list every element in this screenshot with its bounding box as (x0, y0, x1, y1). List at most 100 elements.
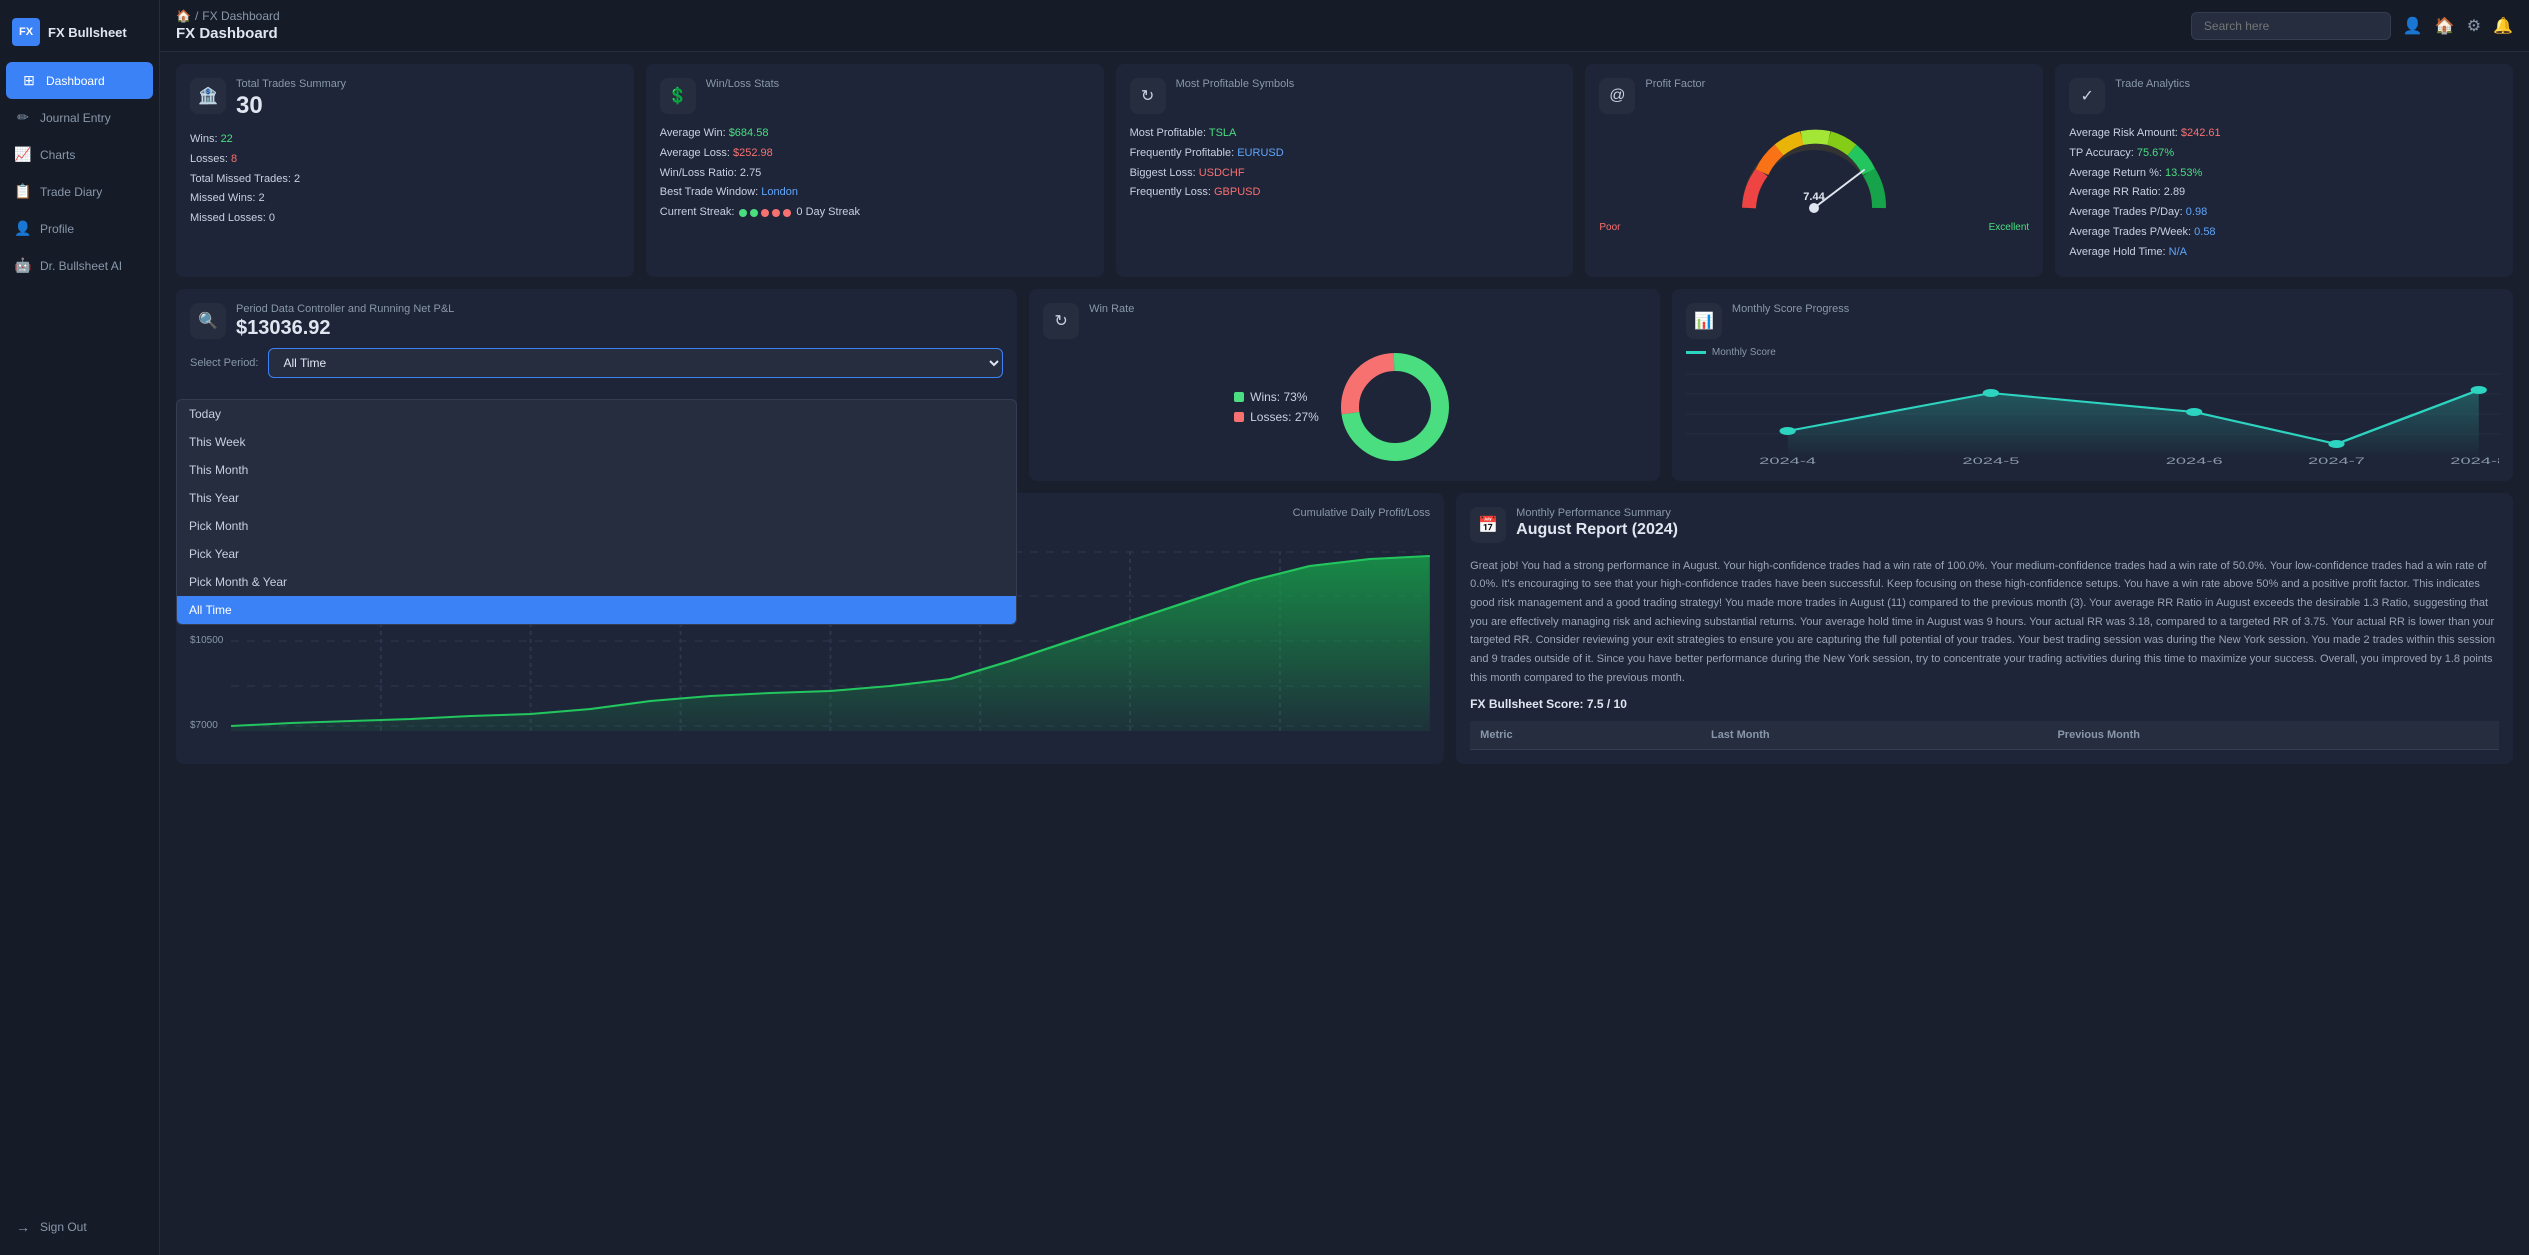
breadcrumb-area: 🏠 / FX Dashboard FX Dashboard (176, 9, 280, 42)
option-this-week[interactable]: This Week (177, 428, 1016, 456)
perf-subtitle: Monthly Performance Summary (1516, 507, 1678, 519)
gauge-labels: Poor Excellent (1599, 222, 2029, 233)
signout-icon: → (14, 1219, 32, 1235)
wins-legend: Wins: 73% (1234, 390, 1319, 404)
trade-analytics-card: ✓ Trade Analytics Average Risk Amount: $… (2055, 64, 2513, 277)
monthly-score-icon-box: 📊 (1686, 303, 1722, 339)
main-area: 🏠 / FX Dashboard FX Dashboard 👤 🏠 ⚙ 🔔 🏦 … (160, 0, 2529, 1255)
page-title: FX Dashboard (176, 25, 280, 42)
sidebar: FX FX Bullsheet ⊞ Dashboard ✏ Journal En… (0, 0, 160, 1255)
profitable-symbols-header: ↻ Most Profitable Symbols (1130, 78, 1560, 114)
score-line-chart: 2024-4 2024-5 2024-6 2024-7 2024-8 (1686, 364, 2499, 464)
svg-text:7.44: 7.44 (1804, 191, 1826, 203)
win-loss-card: 💲 Win/Loss Stats Average Win: $684.58 Av… (646, 64, 1104, 277)
total-trades-value: 30 (236, 92, 346, 120)
ai-icon: 🤖 (14, 257, 32, 274)
symbols-lines: Most Profitable: TSLA Frequently Profita… (1130, 124, 1560, 203)
sidebar-item-signout[interactable]: → Sign Out (0, 1209, 159, 1245)
monthly-score-card: 📊 Monthly Score Progress Monthly Score (1672, 289, 2513, 481)
fx-score: FX Bullsheet Score: 7.5 / 10 (1470, 697, 2499, 711)
period-icon-box: 🔍 (190, 303, 226, 339)
period-dropdown: Today This Week This Month This Year Pic… (176, 399, 1017, 625)
win-loss-header: 💲 Win/Loss Stats (660, 78, 1090, 114)
wins-line: Wins: 22 (190, 130, 620, 150)
sidebar-item-trade-diary[interactable]: 📋 Trade Diary (0, 173, 159, 210)
missed-losses-line: Missed Losses: 0 (190, 209, 620, 229)
trade-diary-icon: 📋 (14, 183, 32, 200)
sidebar-item-ai-label: Dr. Bullsheet AI (40, 259, 122, 273)
streak-dots (739, 209, 791, 217)
home-nav-icon[interactable]: 🏠 (2435, 16, 2455, 36)
breadcrumb-parent: FX Dashboard (202, 9, 279, 23)
missed-wins-line: Missed Wins: 2 (190, 189, 620, 209)
summary-cards-row: 🏦 Total Trades Summary 30 Wins: 22 Losse… (176, 64, 2513, 277)
option-this-year[interactable]: This Year (177, 484, 1016, 512)
total-trades-header: 🏦 Total Trades Summary 30 (190, 78, 620, 120)
gauge-svg: 7.44 (1734, 128, 1894, 218)
option-all-time[interactable]: All Time (177, 596, 1016, 624)
journal-icon: ✏ (14, 109, 32, 126)
losses-line: Losses: 8 (190, 150, 620, 170)
sidebar-item-journal-label: Journal Entry (40, 111, 111, 125)
sidebar-item-ai[interactable]: 🤖 Dr. Bullsheet AI (0, 247, 159, 284)
trade-summary-lines: Wins: 22 Losses: 8 Total Missed Trades: … (190, 130, 620, 229)
profit-factor-title: Profit Factor (1645, 78, 1705, 90)
sidebar-item-journal[interactable]: ✏ Journal Entry (0, 99, 159, 136)
col-prev-month: Previous Month (2047, 721, 2499, 750)
option-pick-month[interactable]: Pick Month (177, 512, 1016, 540)
sidebar-item-signout-label: Sign Out (40, 1220, 87, 1234)
option-pick-year[interactable]: Pick Year (177, 540, 1016, 568)
logo-text: FX Bullsheet (48, 25, 127, 40)
monthly-score-title: Monthly Score Progress (1732, 303, 1849, 315)
period-select[interactable]: All Time Today This Week This Month This… (268, 348, 1003, 378)
profit-factor-header: @ Profit Factor (1599, 78, 2029, 114)
symbols-icon-box: ↻ (1130, 78, 1166, 114)
svg-text:2024-6: 2024-6 (2166, 456, 2223, 463)
analytics-lines: Average Risk Amount: $242.61 TP Accuracy… (2069, 124, 2499, 263)
profit-factor-icon-box: @ (1599, 78, 1635, 114)
perf-title: August Report (2024) (1516, 521, 1678, 539)
total-trades-title: Total Trades Summary (236, 78, 346, 90)
user-circle-icon[interactable]: 👤 (2403, 16, 2423, 36)
monthly-performance-card: 📅 Monthly Performance Summary August Rep… (1456, 493, 2513, 765)
col-metric: Metric (1470, 721, 1701, 750)
home-icon: 🏠 (176, 9, 191, 23)
option-this-month[interactable]: This Month (177, 456, 1016, 484)
sidebar-item-dashboard[interactable]: ⊞ Dashboard (6, 62, 153, 99)
sidebar-item-dashboard-label: Dashboard (46, 74, 105, 88)
sidebar-item-profile-label: Profile (40, 222, 74, 236)
perf-body-text: Great job! You had a strong performance … (1470, 557, 2499, 688)
perf-icon-box: 📅 (1470, 507, 1506, 543)
trade-analytics-header: ✓ Trade Analytics (2069, 78, 2499, 114)
search-input[interactable] (2191, 12, 2391, 40)
period-data-card: 🔍 Period Data Controller and Running Net… (176, 289, 1017, 481)
profile-icon: 👤 (14, 220, 32, 237)
gauge-container: 7.44 Poor Excellent (1599, 124, 2029, 237)
topbar: 🏠 / FX Dashboard FX Dashboard 👤 🏠 ⚙ 🔔 (160, 0, 2529, 52)
breadcrumb: 🏠 / FX Dashboard (176, 9, 280, 23)
option-today[interactable]: Today (177, 400, 1016, 428)
missed-trades-line: Total Missed Trades: 2 (190, 170, 620, 190)
bell-icon[interactable]: 🔔 (2493, 16, 2513, 36)
dashboard-icon: ⊞ (20, 72, 38, 89)
sidebar-item-charts[interactable]: 📈 Charts (0, 136, 159, 173)
win-rate-icon-box: ↻ (1043, 303, 1079, 339)
symbols-title: Most Profitable Symbols (1176, 78, 1295, 90)
svg-text:2024-4: 2024-4 (1759, 456, 1816, 463)
total-trades-icon-box: 🏦 (190, 78, 226, 114)
total-trades-card: 🏦 Total Trades Summary 30 Wins: 22 Losse… (176, 64, 634, 277)
losses-value: 8 (231, 153, 237, 165)
win-loss-title: Win/Loss Stats (706, 78, 779, 90)
win-rate-title: Win Rate (1089, 303, 1134, 315)
perf-table: Metric Last Month Previous Month (1470, 721, 2499, 750)
logo-icon: FX (12, 18, 40, 46)
donut-chart (1335, 347, 1455, 467)
option-pick-month-year[interactable]: Pick Month & Year (177, 568, 1016, 596)
win-loss-icon-box: 💲 (660, 78, 696, 114)
profit-factor-card: @ Profit Factor (1585, 64, 2043, 277)
sidebar-item-profile[interactable]: 👤 Profile (0, 210, 159, 247)
settings-icon[interactable]: ⚙ (2467, 16, 2481, 36)
row2: 🔍 Period Data Controller and Running Net… (176, 289, 2513, 481)
analytics-icon-box: ✓ (2069, 78, 2105, 114)
wins-value: 22 (221, 133, 233, 145)
